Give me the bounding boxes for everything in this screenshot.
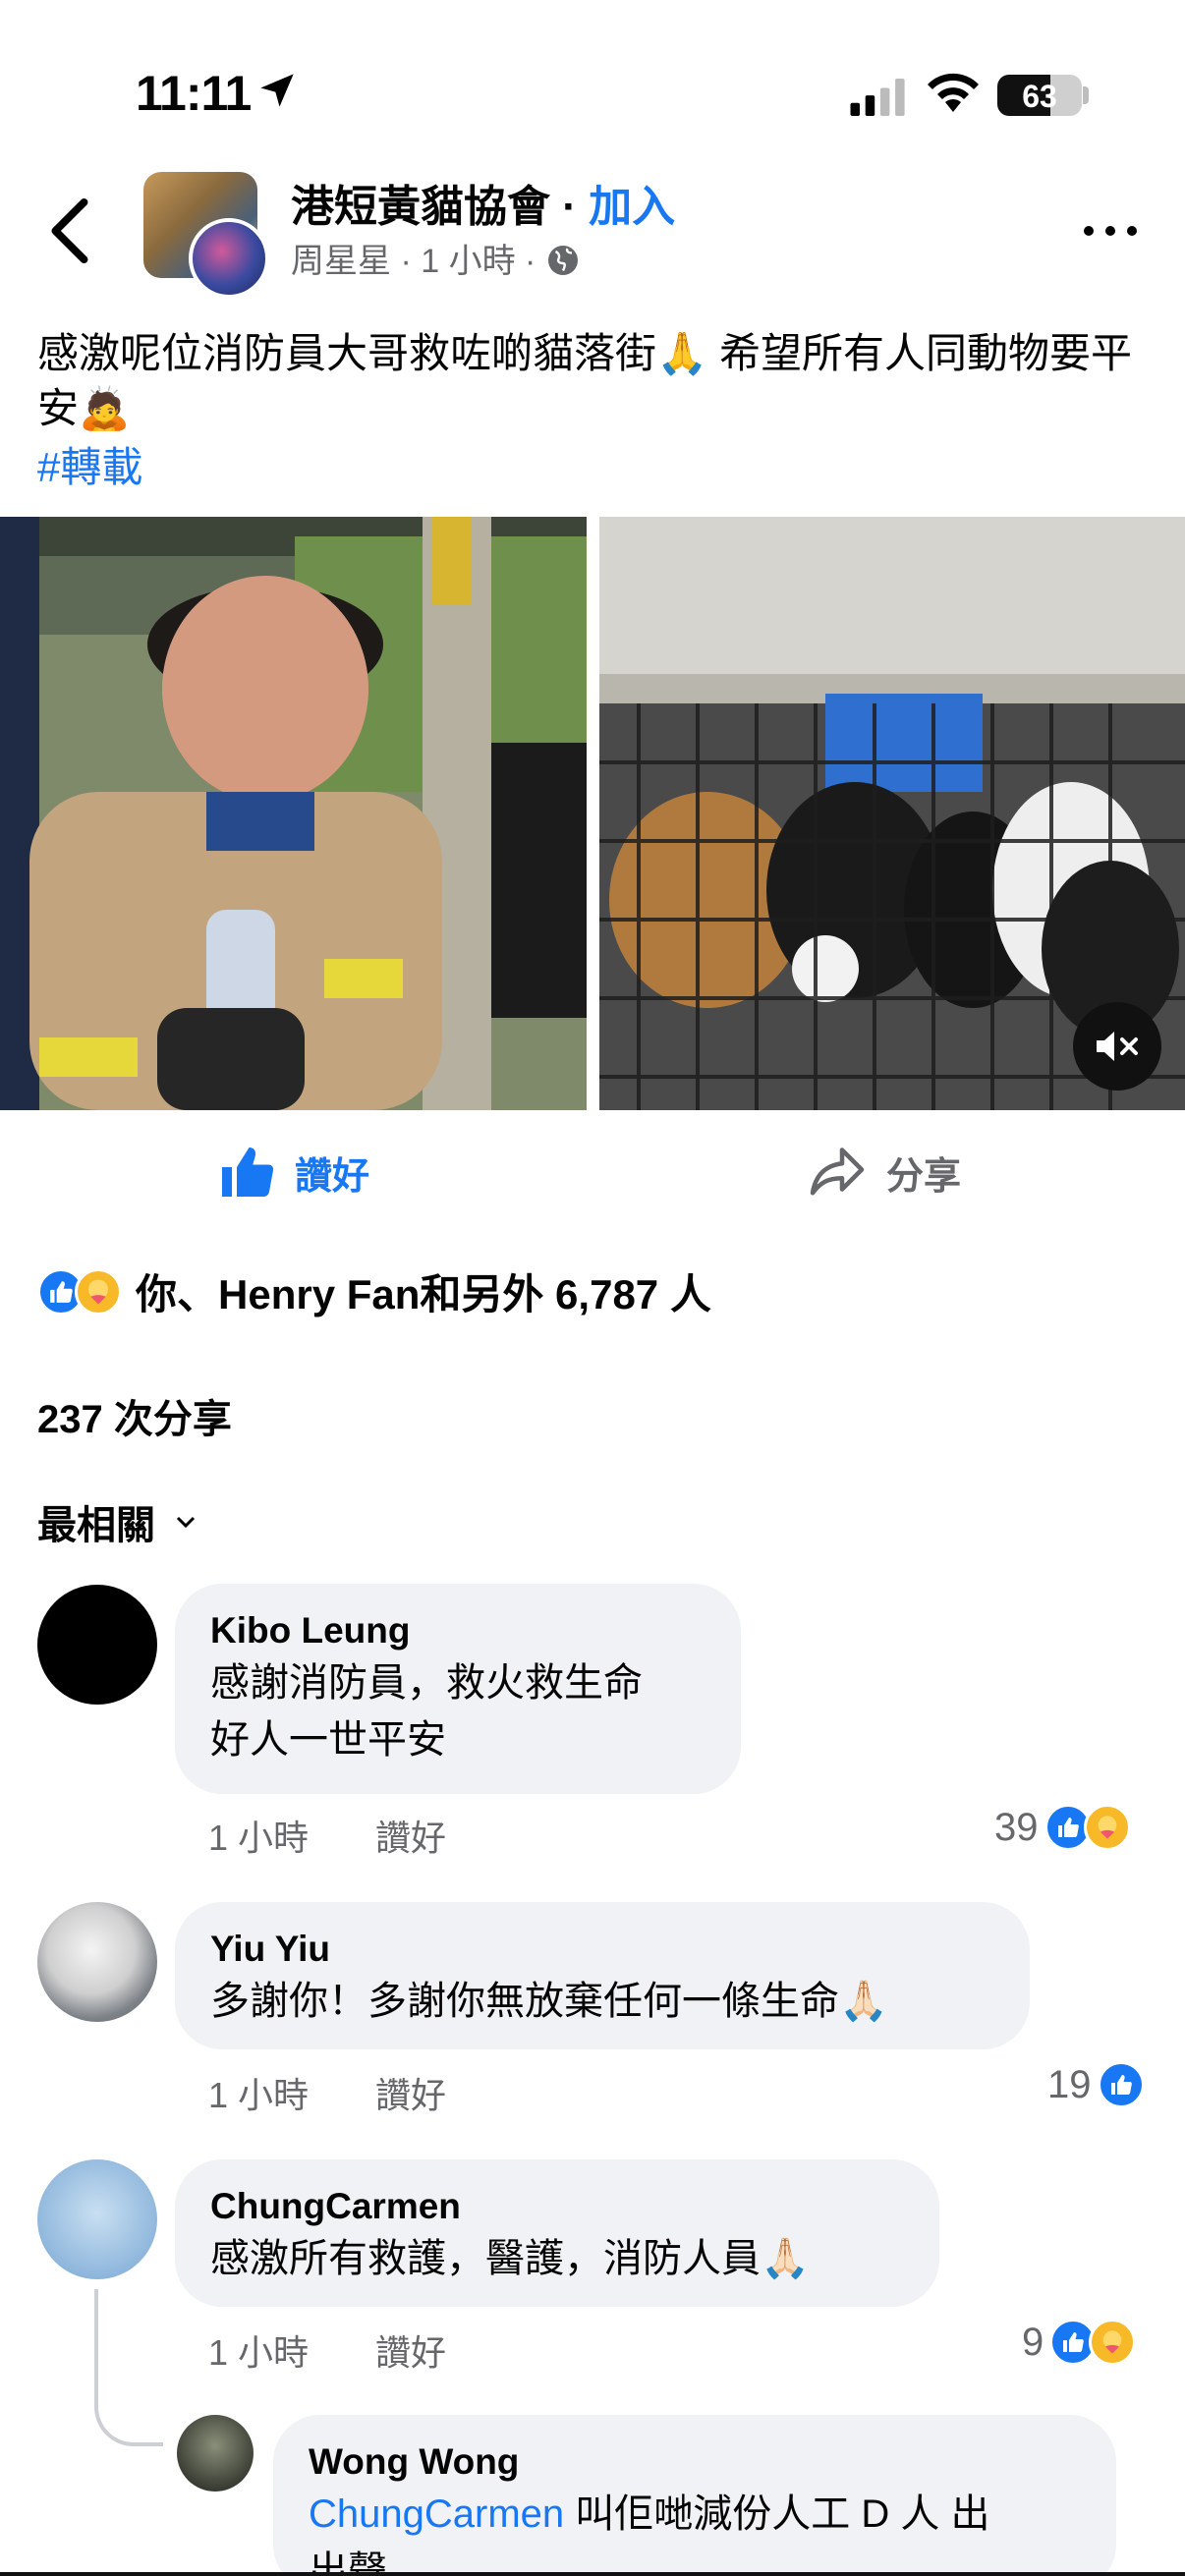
commenter-avatar[interactable]: [177, 2415, 254, 2492]
comment-meta: 1 小時 讚好: [208, 2067, 446, 2118]
comment-text: 好人一世平安: [210, 1718, 446, 1762]
comment-like-button[interactable]: 讚好: [375, 2067, 446, 2118]
chevron-down-icon: [176, 1516, 196, 1529]
comment-reaction-count: 19: [1047, 2062, 1092, 2106]
post-photo-firefighter[interactable]: [0, 517, 587, 1110]
share-count[interactable]: 237 次分享: [37, 1387, 232, 1444]
comment-text: 出聲: [309, 2549, 387, 2576]
comment-time: 1 小時: [208, 2075, 310, 2115]
commenter-name[interactable]: ChungCarmen: [210, 2183, 902, 2230]
author-name[interactable]: 周星星: [291, 243, 391, 280]
comment-body: 叫佢哋減份人工 D 人 出: [564, 2492, 990, 2536]
sort-label: 最相關: [37, 1504, 155, 1547]
mute-button[interactable]: [1073, 1002, 1161, 1091]
back-arrow-icon[interactable]: [47, 196, 90, 265]
meta-separator-2: ·: [515, 243, 545, 280]
join-button[interactable]: 加入: [589, 183, 675, 231]
like-thumb-icon: [222, 1148, 274, 1197]
location-arrow-icon: [260, 74, 294, 107]
firefighter-image: [0, 517, 587, 1110]
commenter-avatar[interactable]: [37, 1585, 157, 1705]
status-time: 11:11: [136, 66, 252, 121]
post-time[interactable]: 1 小時: [421, 243, 515, 280]
comment-meta: 1 小時 讚好: [208, 1810, 446, 1861]
comment-reactions[interactable]: 39: [994, 1804, 1131, 1851]
like-reaction-icon: [1097, 2061, 1145, 2108]
care-reaction-icon: [1083, 1804, 1131, 1851]
battery-icon: 63: [997, 75, 1082, 116]
commenter-name[interactable]: Yiu Yiu: [210, 1926, 992, 1973]
commenter-avatar[interactable]: [37, 2159, 157, 2279]
battery-cap: [1083, 86, 1089, 104]
comment-text: 感激所有救護，醫護，消防人員🙏🏻: [210, 2237, 810, 2280]
care-reaction-icon: [75, 1267, 122, 1316]
comment-text: 感謝消防員，救火救生命: [210, 1661, 643, 1705]
comment-meta: 1 小時 讚好: [208, 2324, 446, 2376]
commenter-avatar[interactable]: [37, 1902, 157, 2022]
comment-like-button[interactable]: 讚好: [375, 1810, 446, 1861]
more-icon[interactable]: [1081, 216, 1140, 246]
commenter-name[interactable]: Wong Wong: [309, 2438, 1079, 2486]
comment-reactions[interactable]: 9: [1022, 2319, 1137, 2366]
comment-bubble: Yiu Yiu 多謝你！多謝你無放棄任何一條生命🙏🏻: [175, 1902, 1030, 2049]
group-title: 港短黃貓協會 · 加入: [291, 171, 675, 234]
battery-level: 63: [1022, 79, 1057, 114]
comment-bubble: Kibo Leung 感謝消防員，救火救生命 好人一世平安: [175, 1584, 741, 1794]
hashtag-link[interactable]: #轉載: [37, 434, 142, 494]
group-name[interactable]: 港短黃貓協會: [291, 183, 550, 231]
comment-time: 1 小時: [208, 1818, 310, 1858]
share-arrow-icon: [810, 1148, 865, 1196]
like-label: 讚好: [295, 1155, 370, 1198]
comment-bubble: Wong Wong ChungCarmen 叫佢哋減份人工 D 人 出 出聲: [273, 2415, 1116, 2576]
wifi-icon: [928, 73, 979, 112]
comment-sort[interactable]: 最相關: [37, 1493, 197, 1550]
share-label: 分享: [886, 1155, 962, 1198]
reactions-text: 你、Henry Fan和另外 6,787 人: [136, 1271, 711, 1317]
commenter-name[interactable]: Kibo Leung: [210, 1607, 704, 1654]
comment-bubble: ChungCarmen 感激所有救護，醫護，消防人員🙏🏻: [175, 2159, 939, 2307]
like-button[interactable]: 讚好: [216, 1138, 369, 1206]
comment-like-button[interactable]: 讚好: [375, 2324, 446, 2376]
comment-text: 多謝你！多謝你無放棄任何一條生命🙏🏻: [210, 1980, 888, 2023]
comment-reaction-count: 9: [1022, 2320, 1044, 2364]
author-avatar[interactable]: [189, 218, 269, 299]
screen-bottom-edge: [0, 2572, 1185, 2576]
mention-link[interactable]: ChungCarmen: [309, 2492, 564, 2536]
comment-time: 1 小時: [208, 2332, 310, 2373]
share-button[interactable]: 分享: [806, 1138, 961, 1206]
post-meta: 周星星 · 1 小時 ·: [291, 234, 581, 282]
comment-reactions[interactable]: 19: [1047, 2061, 1145, 2108]
title-separator: ·: [550, 183, 590, 231]
reactions-summary[interactable]: 你、Henry Fan和另外 6,787 人: [37, 1261, 711, 1321]
comment-reaction-count: 39: [994, 1805, 1039, 1849]
signal-icon: [850, 79, 905, 116]
comment-text: ChungCarmen 叫佢哋減份人工 D 人 出: [309, 2486, 1079, 2543]
globe-icon: [547, 246, 578, 275]
post-text: 感激呢位消防員大哥救咗啲貓落街🙏 希望所有人同動物要平安🙇: [37, 330, 1132, 431]
reply-thread-line: [94, 2289, 163, 2446]
meta-separator: ·: [391, 243, 422, 280]
mute-icon: [1097, 1032, 1138, 1061]
care-reaction-icon: [1089, 2319, 1137, 2366]
